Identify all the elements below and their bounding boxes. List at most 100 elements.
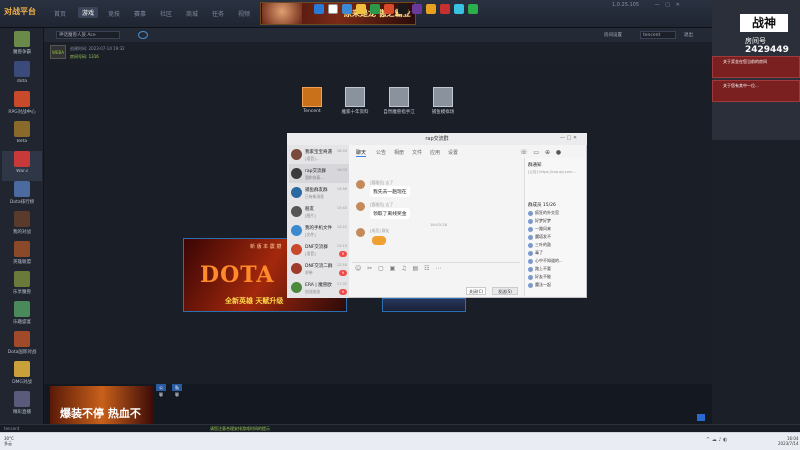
unread-badge: 9 — [339, 289, 347, 295]
tab-public-chat[interactable]: 公聊 — [156, 384, 166, 397]
tab-album[interactable]: 相册 — [394, 149, 404, 156]
avatar[interactable] — [356, 180, 365, 189]
app-icon[interactable] — [398, 4, 408, 14]
close-icon[interactable]: ✕ — [676, 2, 680, 8]
conversation-item[interactable]: 朋友 [图片] 15:40 — [289, 202, 349, 221]
desktop-file-3[interactable]: 捕鱼模拟场 — [421, 87, 465, 115]
search-icon[interactable] — [328, 4, 338, 14]
send-icon[interactable] — [697, 414, 705, 421]
nav-item-video[interactable]: 视频 — [238, 9, 250, 18]
tab-apps[interactable]: 应用 — [430, 149, 440, 156]
refresh-icon[interactable] — [138, 31, 148, 39]
close-button[interactable]: 关闭(C) — [466, 287, 486, 295]
notice-item[interactable]: 关于您有其中一位... — [712, 80, 800, 102]
chat-window-controls[interactable]: — □ ✕ — [560, 135, 577, 141]
members-title: 群成员 15/26 — [528, 203, 556, 208]
maximize-icon[interactable]: □ — [665, 2, 670, 8]
app-icon[interactable] — [426, 4, 436, 14]
desktop-file-2[interactable]: 自然魔兽指手江 — [377, 87, 421, 115]
app-icon[interactable] — [412, 4, 422, 14]
member-item[interactable]: 好友不能 — [528, 274, 551, 280]
conversation-item[interactable]: 我家宝宝奇遇 [语音]... 16:04 — [289, 145, 349, 164]
nav-item-shop[interactable]: 商城 — [186, 9, 198, 18]
conversation-name: DNF交流二群 — [305, 264, 333, 269]
nav-item-tasks[interactable]: 任务 — [212, 9, 224, 18]
game-icon[interactable] — [440, 4, 450, 14]
conversation-preview: [文件] — [305, 232, 316, 237]
nav-item-events[interactable]: 赛事 — [134, 9, 146, 18]
conversation-item[interactable]: DNF交流二群 求带 12:50 9 — [289, 259, 349, 278]
qq-icon[interactable] — [454, 4, 464, 14]
input-toolbar-icons[interactable]: ☺ ✂ ▢ ▣ ♫ ▤ ☷ ⋯ — [355, 265, 443, 272]
sticker-image[interactable] — [372, 236, 386, 245]
notice-text[interactable]: [公告] https://rap.qq.com... — [528, 170, 584, 175]
exit-button[interactable]: 退出 — [684, 32, 693, 38]
room-settings-button[interactable]: 房间设置 — [604, 32, 622, 38]
sidebar-item[interactable]: DMG对战 — [2, 361, 42, 391]
avatar[interactable] — [356, 202, 365, 211]
nav-item-community[interactable]: 社区 — [160, 9, 172, 18]
tray-icons[interactable]: ^ ☁ ♪ ◐ — [706, 437, 728, 443]
member-item[interactable]: 毒了 — [528, 250, 543, 256]
notice-item[interactable]: 关于奖金在您当前的房间 — [712, 56, 800, 78]
desktop-file-1[interactable]: 雅家十年资料 — [333, 87, 377, 115]
conversation-item[interactable]: DNF交流群 [语音] 13:10 9 — [289, 240, 349, 259]
sidebar-item[interactable]: 英雄联盟 — [2, 241, 42, 271]
member-item[interactable]: 心中不知道的... — [528, 258, 563, 264]
conversation-item[interactable]: ERA | 魔兽欧 加油加油 11:32 9 — [289, 278, 349, 297]
start-icon[interactable] — [314, 4, 324, 14]
member-item[interactable]: 魔塔发不 — [528, 234, 551, 240]
window-controls[interactable]: 1.0.25.105 — □ ✕ — [612, 2, 710, 12]
conversation-item[interactable]: 捕鱼群友群 已有新消息 15:56 — [289, 183, 349, 202]
member-avatar — [528, 234, 533, 240]
tab-private-chat[interactable]: 私聊 — [172, 384, 182, 397]
edge-icon[interactable] — [342, 4, 352, 14]
sidebar-item[interactable]: RPG对战中心 — [2, 91, 42, 121]
nav-item-games[interactable]: 游戏 — [78, 7, 99, 18]
minimize-icon[interactable]: — — [655, 2, 660, 8]
status-user[interactable]: tencent — [4, 426, 19, 431]
weather-widget[interactable]: 30°C 多云 — [4, 436, 14, 446]
sidebar-item[interactable]: 魔兽争霸 — [2, 31, 42, 61]
member-item[interactable]: 魔法一起 — [528, 282, 551, 288]
sidebar-item[interactable]: 我的对战 — [2, 211, 42, 241]
sidebar-item[interactable]: Dota排行榜 — [2, 181, 42, 211]
sidebar-item[interactable]: Beta — [2, 121, 42, 151]
tab-settings[interactable]: 设置 — [448, 149, 458, 156]
sidebar-item[interactable]: Dota国际对战 — [2, 331, 42, 361]
app-logo[interactable]: 对战平台 — [4, 6, 44, 20]
chat-call-icons[interactable]: ☏ ▭ ⊕ ● — [520, 149, 563, 156]
tab-notice[interactable]: 公告 — [376, 149, 386, 156]
app-icon[interactable] — [384, 4, 394, 14]
conversation-item[interactable]: rap交流群 我和你真... 16:03 — [289, 164, 349, 183]
taskbar-clock[interactable]: 16:04 2023/7/14 — [778, 436, 799, 446]
member-item[interactable]: 疯狂的外交官 — [528, 210, 559, 216]
sidebar-item[interactable]: 乐趣盛宴 — [2, 301, 42, 331]
sidebar-item[interactable]: 精彩直播 — [2, 391, 42, 421]
member-item[interactable]: 好梦好梦 — [528, 218, 551, 224]
user-field[interactable]: tencent — [640, 31, 676, 39]
sidebar-item[interactable]: War3 — [2, 151, 42, 181]
member-item[interactable]: 一路风来 — [528, 226, 551, 232]
wechat-icon[interactable] — [468, 4, 478, 14]
store-icon[interactable] — [370, 4, 380, 14]
tab-files[interactable]: 文件 — [412, 149, 422, 156]
send-button[interactable]: 发送(S) — [492, 287, 518, 295]
desktop-tencent[interactable]: Tencent — [290, 87, 334, 114]
game-preview[interactable] — [382, 298, 466, 312]
avatar[interactable] — [356, 228, 365, 237]
member-item[interactable]: 三叶的鼓 — [528, 242, 551, 248]
room-logo: WEBA — [50, 45, 66, 59]
nav-item-compete[interactable]: 竞技 — [108, 9, 120, 18]
tab-chat[interactable]: 聊天 — [356, 149, 367, 157]
sidebar-item[interactable]: 乐享魔兽 — [2, 271, 42, 301]
folder-icon[interactable] — [356, 4, 366, 14]
nav-item-home[interactable]: 首页 — [54, 9, 66, 18]
weather-text: 多云 — [4, 441, 12, 446]
member-item[interactable]: 路上不要 — [528, 266, 551, 272]
conversation-item[interactable]: 我的手机文件 [文件] 14:22 — [289, 221, 349, 240]
sidebar-item-label: 精彩直播 — [13, 410, 31, 415]
game-icon — [14, 61, 30, 77]
room-title-field[interactable]: 神话魔兽人族 Ace — [56, 31, 120, 39]
sidebar-item[interactable]: dota — [2, 61, 42, 91]
